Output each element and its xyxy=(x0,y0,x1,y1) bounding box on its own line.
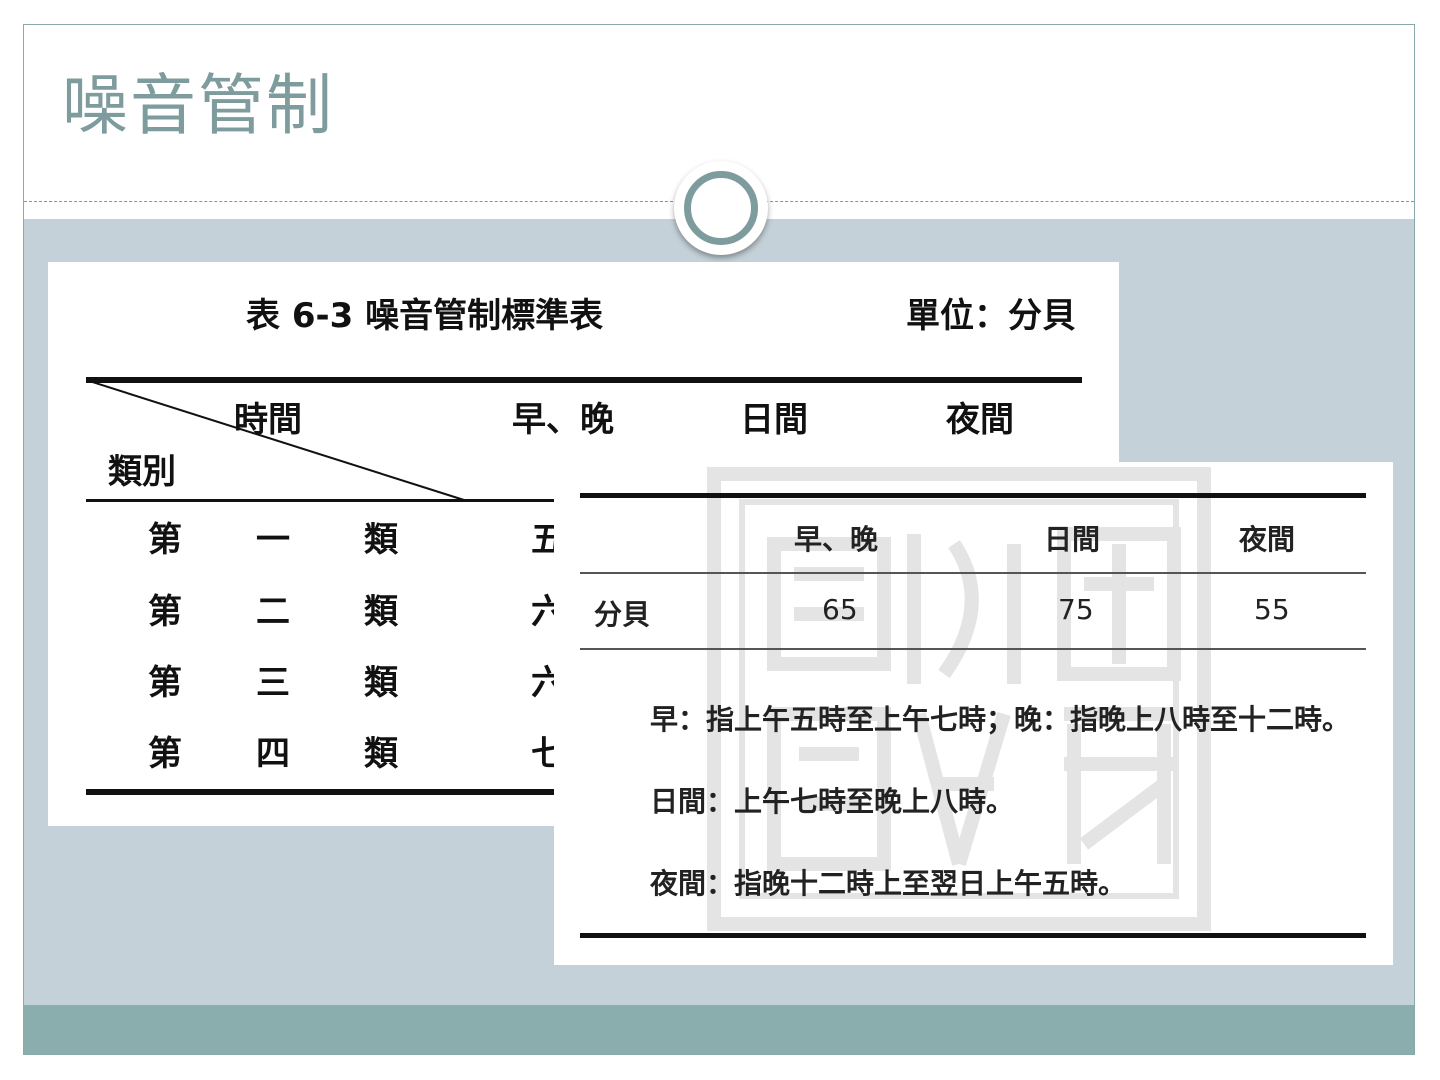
header-category: 類別 xyxy=(108,452,176,492)
right-col-night: 夜間 xyxy=(1239,523,1296,556)
row3-c: 類 xyxy=(364,663,398,703)
footer-bar xyxy=(24,1005,1414,1054)
row4-b: 四 xyxy=(256,734,290,774)
right-top-rule xyxy=(580,493,1366,498)
right-bottom-rule xyxy=(580,933,1366,938)
right-col-morning-evening: 早、晚 xyxy=(794,523,879,556)
row2-a: 第 xyxy=(148,592,182,632)
header-col-morning-evening: 早、晚 xyxy=(512,400,614,440)
right-row-rule xyxy=(580,648,1366,650)
decibel-table-image: 早、晚 日間 夜間 分貝 65 75 55 早：指上午五時至上午七時；晚：指晚上… xyxy=(554,462,1393,965)
slide: 噪音管制 表 6-3 噪音管制標準表 單位：分貝 時間 類別 早、晚 日間 夜間… xyxy=(23,24,1415,1055)
right-value-day: 75 xyxy=(1058,593,1094,626)
row2-b: 二 xyxy=(256,592,290,632)
row4-c: 類 xyxy=(364,734,398,774)
header-time: 時間 xyxy=(234,400,302,440)
table-unit: 單位：分貝 xyxy=(906,296,1076,336)
right-value-night: 55 xyxy=(1254,593,1290,626)
right-col-day: 日間 xyxy=(1044,523,1101,556)
row1-c: 類 xyxy=(364,520,398,560)
row3-b: 三 xyxy=(256,663,290,703)
row1-b: 一 xyxy=(256,520,290,560)
row2-c: 類 xyxy=(364,592,398,632)
note-night: 夜間：指晚十二時上至翌日上午五時。 xyxy=(650,867,1127,900)
slide-title: 噪音管制 xyxy=(62,67,334,144)
right-row-label: 分貝 xyxy=(594,598,651,631)
right-header-rule xyxy=(580,572,1366,574)
row3-a: 第 xyxy=(148,663,182,703)
note-day: 日間：上午七時至晚上八時。 xyxy=(650,785,1015,818)
note-morning-evening: 早：指上午五時至上午七時；晚：指晚上八時至十二時。 xyxy=(650,703,1351,736)
header-col-day: 日間 xyxy=(740,400,808,440)
right-value-morning-evening: 65 xyxy=(822,593,858,626)
ring-ornament-inner xyxy=(684,171,758,245)
table-title: 表 6-3 噪音管制標準表 xyxy=(246,296,604,336)
row4-a: 第 xyxy=(148,734,182,774)
header-col-night: 夜間 xyxy=(946,400,1014,440)
row1-a: 第 xyxy=(148,520,182,560)
